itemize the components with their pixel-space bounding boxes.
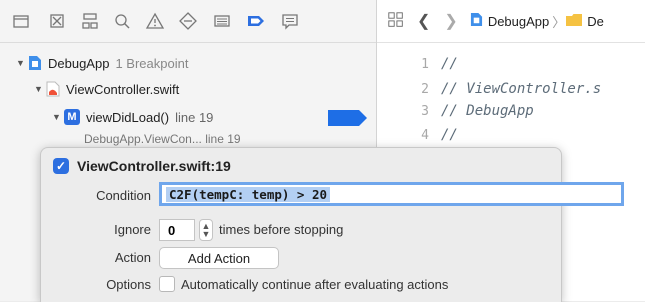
project-file-icon: [470, 12, 484, 30]
line-number: 4: [421, 127, 429, 143]
breakpoint-title: ViewController.swift:19: [77, 158, 231, 174]
code-line[interactable]: 4 //: [377, 124, 458, 146]
method-name: viewDidLoad(): [86, 109, 170, 125]
test-diamond-icon[interactable]: [178, 11, 198, 31]
tree-row-partial[interactable]: DebugApp.ViewCon... line 19: [84, 131, 241, 147]
project-name: DebugApp: [48, 55, 110, 71]
swift-file-icon: [46, 81, 60, 97]
stepper-down-icon[interactable]: ▼: [202, 230, 211, 239]
breakpoint-icon[interactable]: [246, 11, 266, 31]
tree-row-project[interactable]: ▼ DebugApp 1 Breakpoint: [16, 52, 188, 74]
disclosure-triangle-icon[interactable]: ▼: [34, 84, 46, 94]
ignore-label: Ignore: [114, 222, 151, 237]
hierarchy-icon[interactable]: [80, 11, 100, 31]
method-badge-icon: M: [64, 109, 80, 125]
report-icon[interactable]: [280, 11, 300, 31]
warning-icon[interactable]: [145, 11, 165, 31]
code-line[interactable]: 1 //: [377, 53, 458, 75]
forward-arrow-icon[interactable]: ❯: [444, 11, 457, 31]
breakpoint-editor-popover: ✓ ViewController.swift:19 Condition C2F(…: [40, 147, 624, 302]
search-icon[interactable]: [112, 11, 132, 31]
tree-row-file[interactable]: ▼ ViewController.swift: [34, 78, 179, 100]
debug-list-icon[interactable]: [212, 11, 232, 31]
disclosure-triangle-icon[interactable]: ▼: [52, 112, 64, 122]
line-number: 3: [421, 103, 429, 119]
editor-jump-bar: ❮ ❯ DebugApp 〉 De: [377, 0, 645, 43]
code-line[interactable]: 2 // ViewController.s: [377, 78, 601, 100]
action-label: Action: [114, 250, 151, 265]
ignore-suffix: times before stopping: [219, 222, 344, 237]
breadcrumb-folder[interactable]: De: [587, 14, 604, 29]
line-number: 1: [421, 56, 429, 72]
grid-icon[interactable]: [387, 11, 407, 32]
breakpoint-count: 1 Breakpoint: [115, 55, 189, 71]
folder-icon: [565, 13, 583, 30]
back-arrow-icon[interactable]: ❮: [417, 11, 430, 31]
add-action-button[interactable]: Add Action: [159, 247, 279, 269]
breadcrumb-project[interactable]: DebugApp: [488, 14, 549, 29]
line-number: 2: [421, 81, 429, 97]
breakpoint-flag-icon[interactable]: [328, 109, 368, 127]
project-file-icon: [28, 55, 42, 71]
tree-row-method[interactable]: ▼ M viewDidLoad() line 19: [52, 106, 213, 128]
method-line: line 19: [175, 109, 214, 125]
auto-continue-label[interactable]: Automatically continue after evaluating …: [181, 277, 448, 292]
folder-icon[interactable]: [11, 11, 31, 31]
breadcrumb-separator-icon: 〉: [552, 14, 566, 30]
file-name: ViewController.swift: [66, 81, 180, 97]
partial-row-text: DebugApp.ViewCon... line 19: [84, 132, 241, 146]
code-comment: //: [441, 56, 458, 72]
code-comment: // DebugApp: [441, 103, 534, 119]
source-control-icon[interactable]: [47, 11, 67, 31]
code-line[interactable]: 3 // DebugApp: [377, 100, 534, 122]
code-comment: //: [441, 127, 458, 143]
checkmark-icon[interactable]: ✓: [53, 158, 69, 174]
navigator-toolbar: [0, 0, 376, 43]
condition-value: C2F(tempC: temp) > 20: [166, 186, 331, 202]
code-comment: // ViewController.s: [441, 81, 602, 97]
disclosure-triangle-icon[interactable]: ▼: [16, 58, 28, 68]
condition-input[interactable]: C2F(tempC: temp) > 20: [159, 182, 624, 206]
options-label: Options: [106, 277, 151, 292]
ignore-count-stepper[interactable]: ▲ ▼: [199, 219, 213, 241]
condition-label: Condition: [96, 188, 151, 203]
ignore-count-value: 0: [168, 222, 176, 238]
breakpoint-enabled-toggle[interactable]: ✓ ViewController.swift:19: [53, 158, 231, 174]
auto-continue-checkbox[interactable]: [159, 276, 175, 292]
ignore-count-input[interactable]: 0: [159, 219, 195, 241]
